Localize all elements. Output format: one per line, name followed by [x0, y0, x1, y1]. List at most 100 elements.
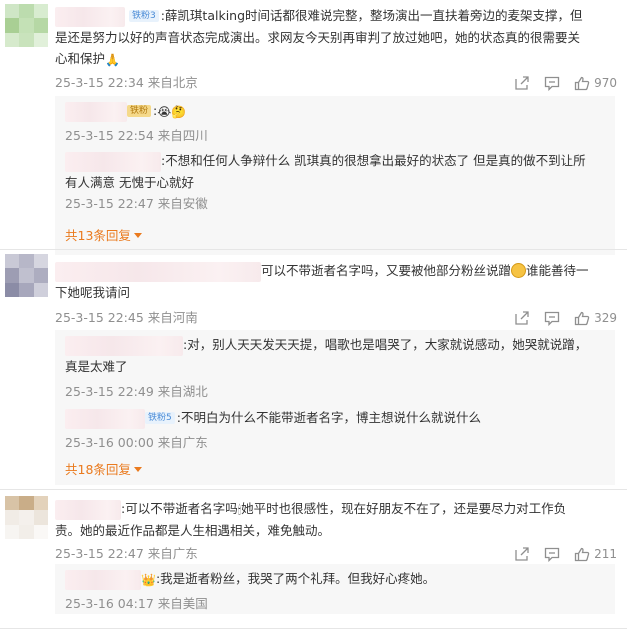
username[interactable] — [65, 569, 141, 590]
like-count: 329 — [594, 311, 617, 325]
comment-icon — [544, 76, 560, 91]
comment-line: 可以不带逝者名字吗，又要被他部分粉丝说蹭 — [261, 263, 512, 278]
location: 来自湖北 — [157, 384, 208, 399]
comment-line: 谁能善待一 — [526, 263, 589, 278]
fan-badge: 铁粉5 — [145, 412, 175, 424]
share-icon — [515, 546, 529, 561]
comment-meta: 25-3-15 22:45 来自河南 — [55, 310, 198, 326]
location: 来自河南 — [147, 310, 198, 325]
share-button[interactable] — [514, 546, 530, 562]
comment-line: :薛凯琪talking时间话都很难说完整，整场演出一直扶着旁边的麦架支撑，但 — [160, 8, 583, 23]
comment-meta: 25-3-15 22:47 来自广东 — [55, 546, 198, 562]
location: 来自北京 — [147, 75, 198, 90]
reply-text: 有人满意 无愧于心就好 — [65, 174, 194, 190]
more-replies-link[interactable]: 共18条回复 — [65, 462, 142, 478]
replies-panel: 铁粉:😭🤔 25-3-15 22:54 来自四川 :不想和任何人争辩什么 凯琪真… — [55, 96, 615, 255]
avatar[interactable] — [5, 254, 48, 297]
pray-emoji-icon: 🙏 — [105, 52, 120, 67]
location: 来自安徽 — [157, 196, 208, 211]
timestamp: 25-3-15 22:49 — [65, 384, 154, 399]
location: 来自广东 — [157, 435, 208, 450]
replies-panel: 👑:我是逝者粉丝，我哭了两个礼拜。但我好心疼她。 25-3-16 04:17 来… — [55, 564, 615, 614]
timestamp: 25-3-15 22:47 — [65, 196, 154, 211]
like-button[interactable]: 329 — [574, 311, 617, 326]
comment-actions: 970 — [514, 74, 617, 92]
reply-item: 铁粉:😭🤔 25-3-15 22:54 来自四川 — [65, 100, 605, 143]
comment-meta: 25-3-15 22:34 来自北京 — [55, 75, 198, 91]
reply-item: :对，别人天天发天天提，唱歌也是唱哭了，大家就说感动，她哭就说蹭， 真是太难了 … — [65, 334, 605, 399]
reply-text: :我是逝者粉丝，我哭了两个礼拜。但我好心疼她。 — [155, 571, 436, 586]
location: 来自美国 — [157, 596, 208, 611]
location: 来自四川 — [157, 128, 208, 143]
share-icon — [515, 75, 529, 90]
reply-text: :不想和任何人争辩什么 凯琪真的很想拿出最好的状态了 但是真的做不到让所 — [161, 153, 586, 168]
reply-item: :不想和任何人争辩什么 凯琪真的很想拿出最好的状态了 但是真的做不到让所 有人满… — [65, 150, 605, 211]
reply-text: 真是太难了 — [65, 358, 128, 374]
like-button[interactable]: 211 — [574, 547, 617, 562]
comment-actions: 329 — [514, 309, 617, 327]
like-icon — [574, 311, 590, 325]
reply-meta: 25-3-16 04:17 来自美国 — [65, 596, 208, 612]
chevron-down-icon — [133, 233, 142, 238]
replies-panel: :对，别人天天发天天提，唱歌也是唱哭了，大家就说感动，她哭就说蹭， 真是太难了 … — [55, 330, 615, 485]
username[interactable] — [55, 499, 121, 520]
comment-line: 下她呢我请问 — [55, 284, 131, 300]
share-icon — [515, 310, 529, 325]
comment-icon — [544, 311, 560, 326]
avatar[interactable] — [5, 496, 48, 539]
username[interactable] — [55, 6, 125, 27]
share-button[interactable] — [514, 310, 530, 326]
fan-badge: 铁粉3 — [128, 10, 159, 22]
location: 来自广东 — [147, 546, 198, 561]
comment-line: 心和保护 — [55, 50, 106, 66]
reply-meta: 25-3-16 00:00 来自广东 — [65, 435, 208, 451]
like-count: 970 — [594, 76, 617, 90]
comment-item: 铁粉3:薛凯琪talking时间话都很难说完整，整场演出一直扶着旁边的麦架支撑，… — [0, 0, 627, 255]
like-count: 211 — [594, 547, 617, 561]
fan-badge: 铁粉 — [127, 105, 152, 117]
username[interactable] — [65, 101, 127, 122]
timestamp: 25-3-15 22:34 — [55, 75, 144, 90]
comment-line: 责。她的最近作品都是人生相遇相关，难免触动。 — [55, 522, 331, 538]
reply-item: 铁粉5:不明白为什么不能带逝者名字，博主想说什么就说什么 25-3-16 00:… — [65, 407, 605, 450]
comment-item: :可以不带逝者名字吗🕯她平时也很感性，现在好朋友不在了，还是要尽力对工作负 责。… — [0, 490, 627, 633]
comment-actions: 211 — [514, 545, 617, 563]
comment-feed: 铁粉3:薛凯琪talking时间话都很难说完整，整场演出一直扶着旁边的麦架支撑，… — [0, 0, 627, 633]
comment-item: 可以不带逝者名字吗，又要被他部分粉丝说蹭 谁能善待一 下她呢我请问 25-3-15… — [0, 250, 627, 485]
comment-line: 她平时也很感性，现在好朋友不在了，还是要尽力对工作负 — [241, 501, 567, 516]
share-button[interactable] — [514, 75, 530, 91]
comment-line: :可以不带逝者名字吗 — [121, 501, 238, 516]
comment-button[interactable] — [544, 311, 560, 326]
username[interactable] — [65, 335, 183, 356]
timestamp: 25-3-15 22:47 — [55, 546, 144, 561]
username[interactable] — [65, 151, 161, 172]
username[interactable] — [55, 261, 261, 282]
more-replies-link[interactable]: 共13条回复 — [65, 228, 142, 244]
reply-meta: 25-3-15 22:47 来自安徽 — [65, 196, 208, 212]
chevron-down-icon — [133, 467, 142, 472]
avatar[interactable] — [5, 4, 48, 47]
timestamp: 25-3-16 04:17 — [65, 596, 154, 611]
username[interactable] — [65, 408, 145, 429]
reply-item: 👑:我是逝者粉丝，我哭了两个礼拜。但我好心疼她。 25-3-16 04:17 来… — [65, 568, 605, 611]
smug-emoji-icon — [511, 263, 527, 278]
comment-icon — [544, 547, 560, 562]
timestamp: 25-3-15 22:45 — [55, 310, 144, 325]
more-replies-label: 共13条回复 — [65, 228, 131, 243]
comment-button[interactable] — [544, 76, 560, 91]
divider — [0, 628, 627, 629]
crying-emoji-icon: 😭🤔 — [157, 105, 187, 119]
crown-badge-icon: 👑 — [141, 573, 156, 587]
comment-line: 是还是努力以好的声音状态完成演出。求网友今天别再审判了放过她吧，她的状态真的很需… — [55, 29, 581, 45]
reply-text: :对，别人天天发天天提，唱歌也是唱哭了，大家就说感动，她哭就说蹭， — [183, 337, 588, 352]
like-icon — [574, 547, 590, 561]
more-replies-label: 共18条回复 — [65, 462, 131, 477]
comment-text: 铁粉3:薛凯琪talking时间话都很难说完整，整场演出一直扶着旁边的麦架支撑，… — [55, 5, 615, 69]
comment-text: :可以不带逝者名字吗🕯她平时也很感性，现在好朋友不在了，还是要尽力对工作负 责。… — [55, 498, 615, 541]
reply-meta: 25-3-15 22:54 来自四川 — [65, 128, 208, 144]
comment-text: 可以不带逝者名字吗，又要被他部分粉丝说蹭 谁能善待一 下她呢我请问 — [55, 260, 615, 303]
comment-button[interactable] — [544, 547, 560, 562]
reply-meta: 25-3-15 22:49 来自湖北 — [65, 384, 208, 400]
timestamp: 25-3-15 22:54 — [65, 128, 154, 143]
like-button[interactable]: 970 — [574, 76, 617, 91]
